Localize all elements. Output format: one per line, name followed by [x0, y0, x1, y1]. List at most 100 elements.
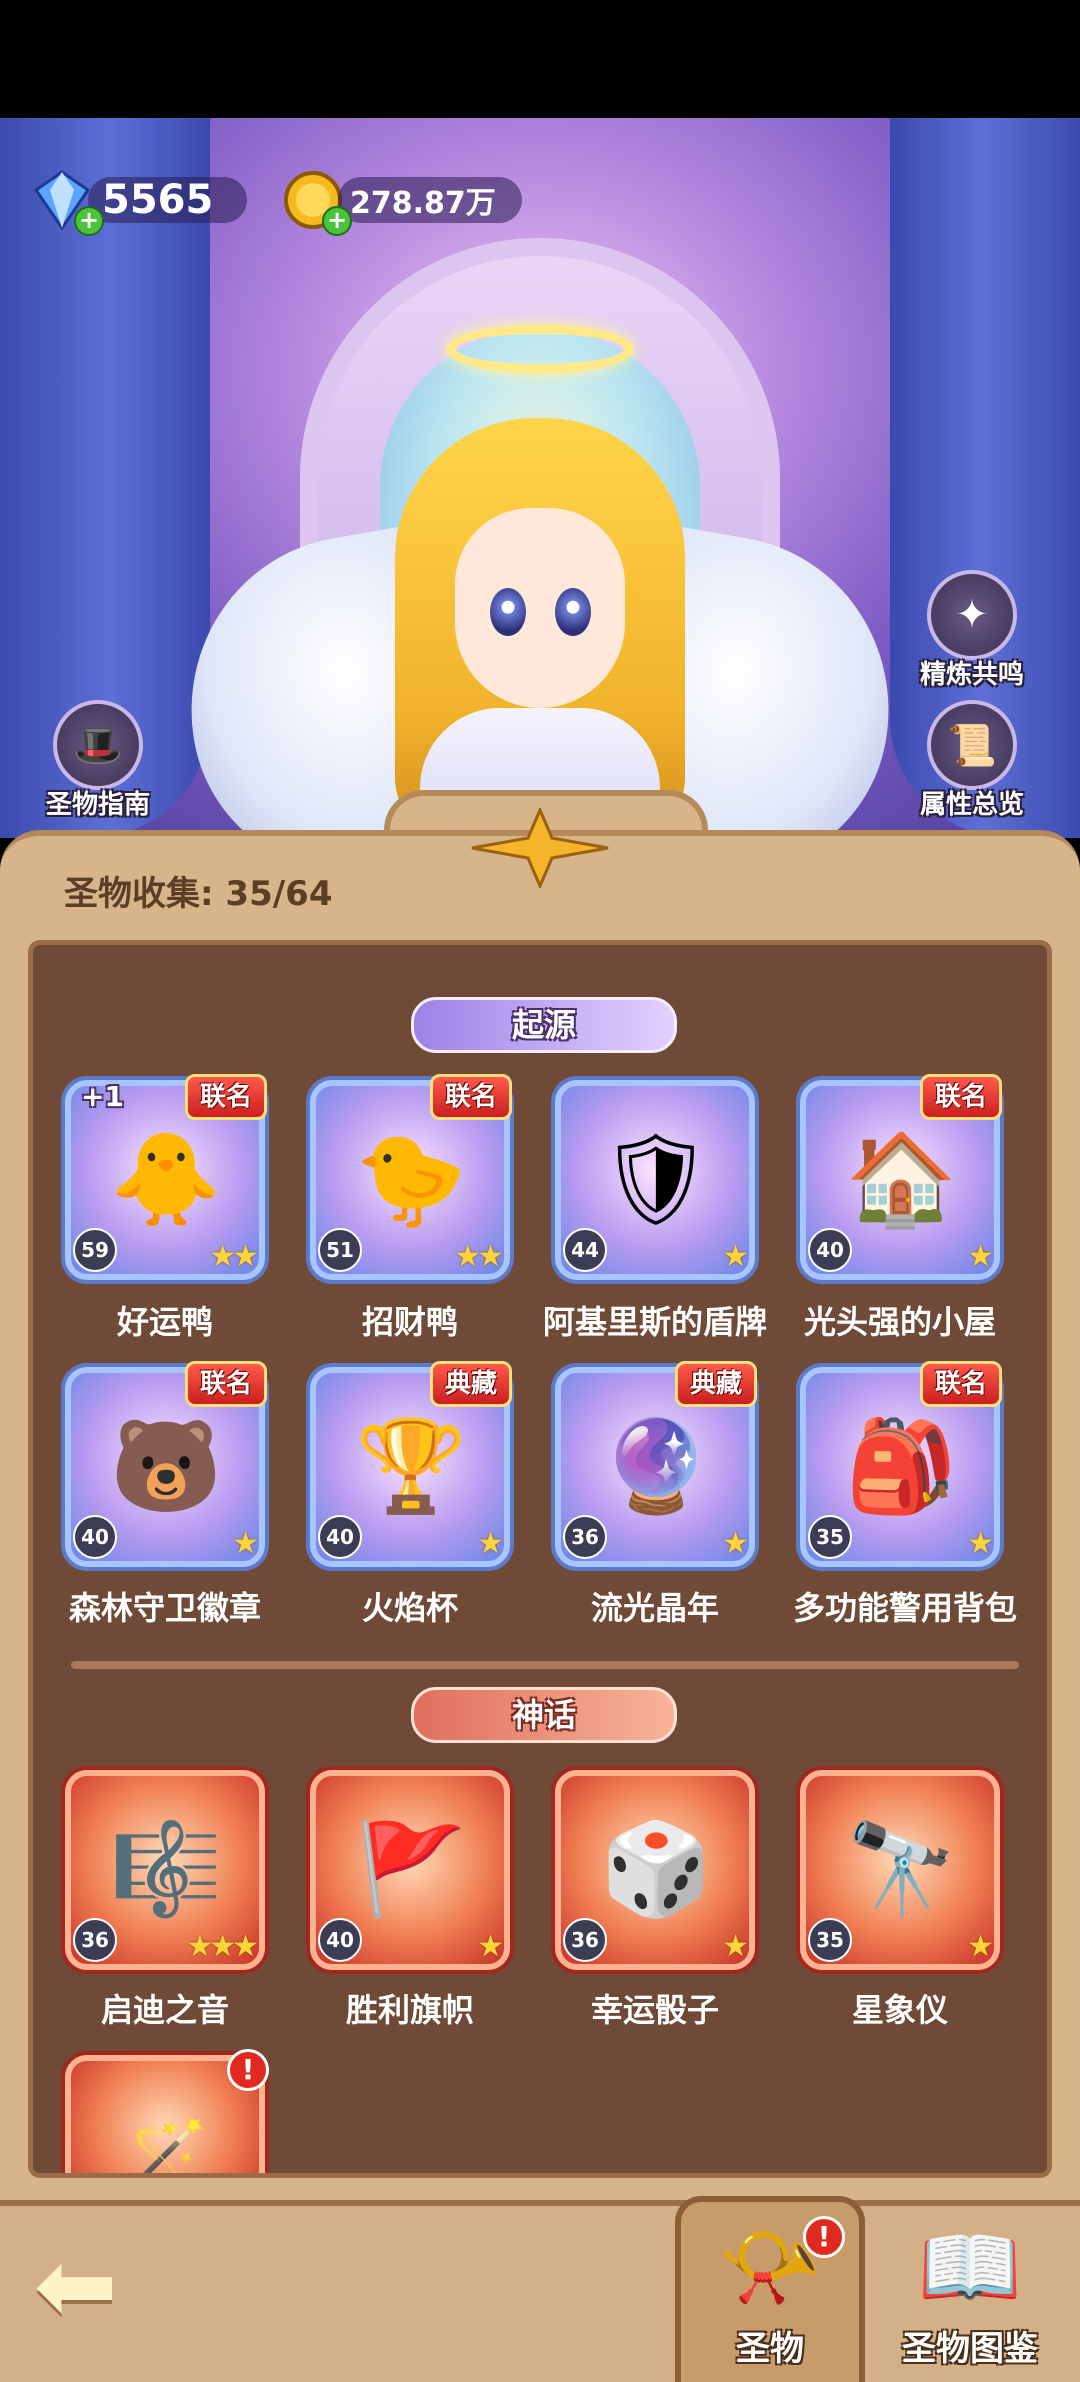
badge-collection: 典藏	[429, 1361, 512, 1407]
wand-icon: 🪄	[122, 2112, 210, 2178]
star-rating: ★	[232, 1526, 259, 1561]
relic-name: 森林守卫徽章	[68, 1589, 261, 1627]
relic-card-achilles-shield[interactable]: 🛡 44 ★	[555, 1080, 755, 1280]
relic-card-goblet[interactable]: 🏆 典藏 40 ★	[310, 1361, 512, 1567]
compass-star-icon: ✦	[927, 570, 1017, 660]
book-icon: 📖	[917, 2218, 1023, 2316]
level: 36	[563, 1918, 607, 1962]
badge-collab: 联名	[184, 1361, 267, 1407]
relic-card-astrolabe[interactable]: 🔭 35 ★	[800, 1770, 1000, 1970]
relic-card-harp[interactable]: 🎼 36 ★★★	[65, 1770, 265, 1970]
relic-name: 胜利旗帜	[345, 1991, 474, 2029]
refine-resonance-button[interactable]: ✦ 精炼共鸣	[920, 570, 1024, 691]
gold-ornament-icon	[471, 808, 609, 888]
level: 51	[318, 1228, 362, 1272]
relic-name: 启迪之音	[100, 1991, 229, 2029]
attribute-overview-button[interactable]: 📜 属性总览	[920, 700, 1024, 821]
status-bar	[0, 0, 1080, 118]
angel-eye-left	[490, 588, 526, 636]
relic-card-backpack[interactable]: 🎒 联名 35 ★	[800, 1361, 1002, 1567]
relic-card-forest-badge[interactable]: 🐻 联名 40 ★	[65, 1361, 267, 1567]
category-myth: 神话	[411, 1687, 677, 1743]
relic-card-banner[interactable]: 🚩 40 ★	[310, 1770, 510, 1970]
level: 40	[318, 1918, 362, 1962]
star-rating: ★	[967, 1929, 994, 1964]
level: 40	[73, 1515, 117, 1559]
angel-eye-right	[555, 588, 591, 636]
crystal-ball-icon: 🔮	[599, 1413, 713, 1519]
add-diamond-button[interactable]: +	[74, 206, 104, 236]
coin-amount: 278.87万	[338, 177, 522, 223]
relic-card-lucky-duck[interactable]: 🐥 联名 +1 59 ★★	[65, 1074, 267, 1280]
relic-card-fortune-duck[interactable]: 🐤 联名 51 ★★	[310, 1074, 512, 1280]
relic-name: 多功能警用背包	[792, 1589, 1017, 1627]
badge-collab: 联名	[919, 1074, 1002, 1120]
backpack-icon: 🎒	[844, 1413, 958, 1519]
relic-name: 幸运骰子	[590, 1991, 719, 2029]
banner-icon: 🚩	[354, 1816, 468, 1922]
badge-collab: 联名	[919, 1361, 1002, 1407]
tab-relics[interactable]: 📯 圣物 !	[675, 2196, 865, 2382]
add-coin-button[interactable]: +	[322, 206, 352, 236]
arrow-left-icon[interactable]: ⬅	[34, 2236, 144, 2336]
astrolabe-icon: 🔭	[844, 1816, 958, 1922]
dice-icon: 🎲	[599, 1816, 713, 1922]
badge-collection: 典藏	[674, 1361, 757, 1407]
star-rating: ★★	[209, 1239, 259, 1274]
scroll-icon: 📜	[927, 700, 1017, 790]
level: 35	[808, 1918, 852, 1962]
category-origin: 起源	[411, 997, 677, 1053]
tab-relic-codex[interactable]: 📖 圣物图鉴	[875, 2206, 1065, 2382]
star-rating: ★	[722, 1239, 749, 1274]
relic-list[interactable]: 起源 🐥 联名 +1 59 ★★ 好运鸭 🐤 联名 51 ★★ 招财鸭 🛡 44…	[28, 940, 1052, 2178]
relic-card-cabin[interactable]: 🏠 联名 40 ★	[800, 1074, 1002, 1280]
relic-name: 招财鸭	[361, 1303, 458, 1341]
halo	[446, 324, 634, 374]
relic-name: 流光晶年	[590, 1589, 719, 1627]
star-rating: ★★★	[186, 1929, 259, 1964]
wizard-hat-icon: 🎩	[53, 700, 143, 790]
level: 44	[563, 1228, 607, 1272]
coin-currency[interactable]: + 278.87万	[282, 171, 522, 236]
relic-guide-button[interactable]: 🎩 圣物指南	[46, 700, 150, 821]
diamond-amount: 5565	[88, 177, 248, 223]
level: 36	[563, 1515, 607, 1559]
star-rating: ★	[967, 1526, 994, 1561]
shield-icon: 🛡	[598, 1126, 714, 1232]
star-rating: ★★	[454, 1239, 504, 1274]
star-rating: ★	[722, 1526, 749, 1561]
star-rating: ★	[967, 1239, 994, 1274]
diamond-currency[interactable]: + 5565	[30, 170, 248, 236]
star-rating: ★	[477, 1929, 504, 1964]
relic-name: 星象仪	[851, 1991, 948, 2029]
badge-collab: 联名	[429, 1074, 512, 1120]
relic-name: 阿基里斯的盾牌	[542, 1303, 767, 1341]
bonus-label: +1	[81, 1080, 124, 1113]
relic-card-dice[interactable]: 🎲 36 ★	[555, 1770, 755, 1970]
relic-card-crystal[interactable]: 🔮 典藏 36 ★	[555, 1361, 757, 1567]
level: 36	[73, 1918, 117, 1962]
level: 35	[808, 1515, 852, 1559]
tab-alert-icon: !	[803, 2216, 845, 2258]
harp-icon: 🎼	[109, 1816, 223, 1922]
goblet-icon: 🏆	[354, 1413, 468, 1519]
collection-progress: 圣物收集: 35/64	[64, 874, 333, 914]
lucky-cat-duck-icon: 🐤	[354, 1126, 468, 1232]
duck-icon: 🐥	[109, 1126, 223, 1232]
level: 40	[808, 1228, 852, 1272]
relic-card-partial[interactable]: 🪄 !	[65, 2049, 269, 2178]
bear-badge-icon: 🐻	[109, 1413, 223, 1519]
star-rating: ★	[477, 1526, 504, 1561]
relic-name: 好运鸭	[116, 1303, 213, 1341]
badge-collab: 联名	[184, 1074, 267, 1120]
star-rating: ★	[722, 1929, 749, 1964]
relic-name: 光头强的小屋	[803, 1303, 996, 1341]
level: 59	[73, 1228, 117, 1272]
section-divider	[71, 1661, 1019, 1669]
relic-name: 火焰杯	[361, 1589, 458, 1627]
new-alert-icon: !	[227, 2049, 269, 2091]
level: 40	[318, 1515, 362, 1559]
bottom-nav: ⬅ 📯 圣物 ! 📖 圣物图鉴	[0, 2196, 1080, 2382]
house-icon: 🏠	[844, 1126, 958, 1232]
angel-face	[455, 508, 625, 708]
